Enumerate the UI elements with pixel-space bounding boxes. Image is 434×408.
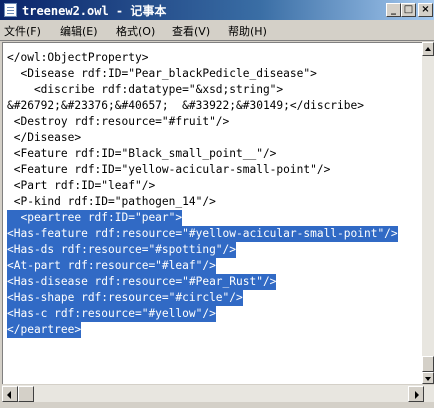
selected-text-line[interactable]: <Has-c rdf:resource="#yellow"/> xyxy=(7,306,216,322)
selected-text-line[interactable]: <At-part rdf:resource="#leaf"/> xyxy=(7,258,216,274)
notepad-icon xyxy=(4,3,17,17)
menu-view[interactable]: 查看(V) xyxy=(172,23,210,39)
selected-text-line[interactable]: <Has-disease rdf:resource="#Pear_Rust"/> xyxy=(7,274,277,290)
maximize-button[interactable]: □ xyxy=(401,3,416,17)
horizontal-scroll-thumb[interactable] xyxy=(18,386,34,402)
scroll-down-button[interactable] xyxy=(422,372,434,384)
horizontal-scrollbar[interactable] xyxy=(2,384,434,402)
selected-text-line[interactable]: </peartree> xyxy=(7,322,82,338)
window-title: treenew2.owl - 记事本 xyxy=(22,4,167,18)
text-line[interactable]: <Feature rdf:ID="Black_small_point__"/> xyxy=(7,146,277,162)
text-line[interactable]: <Destroy rdf:resource="#fruit"/> xyxy=(7,114,230,130)
menu-format[interactable]: 格式(O) xyxy=(116,23,155,39)
text-editor[interactable]: </owl:ObjectProperty> <Disease rdf:ID="P… xyxy=(2,42,434,384)
arrow-right-icon xyxy=(415,391,419,399)
menu-bar: 文件(F) 编辑(E) 格式(O) 查看(V) 帮助(H) xyxy=(0,20,434,41)
scroll-right-button[interactable] xyxy=(408,386,424,402)
scroll-thumb[interactable] xyxy=(422,356,434,372)
maximize-icon: □ xyxy=(403,4,414,15)
text-line[interactable]: &#26792;&#23376;&#40657; &#33922;&#30149… xyxy=(7,98,364,114)
text-line[interactable]: <discribe rdf:datatype="&xsd;string"> xyxy=(7,82,283,98)
arrow-up-icon xyxy=(425,47,431,51)
selected-text-line[interactable]: <Has-shape rdf:resource="#circle"/> xyxy=(7,290,243,306)
close-button[interactable]: × xyxy=(418,3,433,17)
arrow-down-icon xyxy=(425,377,431,381)
selected-text-line[interactable]: <Has-feature rdf:resource="#yellow-acicu… xyxy=(7,226,398,242)
arrow-left-icon xyxy=(7,391,11,399)
text-line[interactable]: <Part rdf:ID="leaf"/> xyxy=(7,178,155,194)
menu-help[interactable]: 帮助(H) xyxy=(228,23,267,39)
close-icon: × xyxy=(421,4,430,15)
text-line[interactable]: <Feature rdf:ID="yellow-acicular-small-p… xyxy=(7,162,331,178)
text-line[interactable]: <P-kind rdf:ID="pathogen_14"/> xyxy=(7,194,216,210)
title-bar[interactable]: treenew2.owl - 记事本 _ □ × xyxy=(0,0,434,20)
scroll-left-button[interactable] xyxy=(2,386,18,402)
minimize-icon: _ xyxy=(391,4,396,15)
text-line[interactable]: </Disease> xyxy=(7,130,81,146)
text-line[interactable]: </owl:ObjectProperty> xyxy=(7,50,148,66)
notepad-window: treenew2.owl - 记事本 _ □ × 文件(F) 编辑(E) 格式(… xyxy=(0,0,434,408)
text-line[interactable]: <Disease rdf:ID="Pear_blackPedicle_disea… xyxy=(7,66,316,82)
scroll-up-button[interactable] xyxy=(422,42,434,56)
selected-text-line[interactable]: <Has-ds rdf:resource="#spotting"/> xyxy=(7,242,237,258)
minimize-button[interactable]: _ xyxy=(386,3,401,17)
vertical-scrollbar[interactable] xyxy=(422,42,434,384)
menu-file[interactable]: 文件(F) xyxy=(4,23,41,39)
selected-text-line[interactable]: <peartree rdf:ID="pear"> xyxy=(7,210,183,226)
menu-edit[interactable]: 编辑(E) xyxy=(60,23,98,39)
